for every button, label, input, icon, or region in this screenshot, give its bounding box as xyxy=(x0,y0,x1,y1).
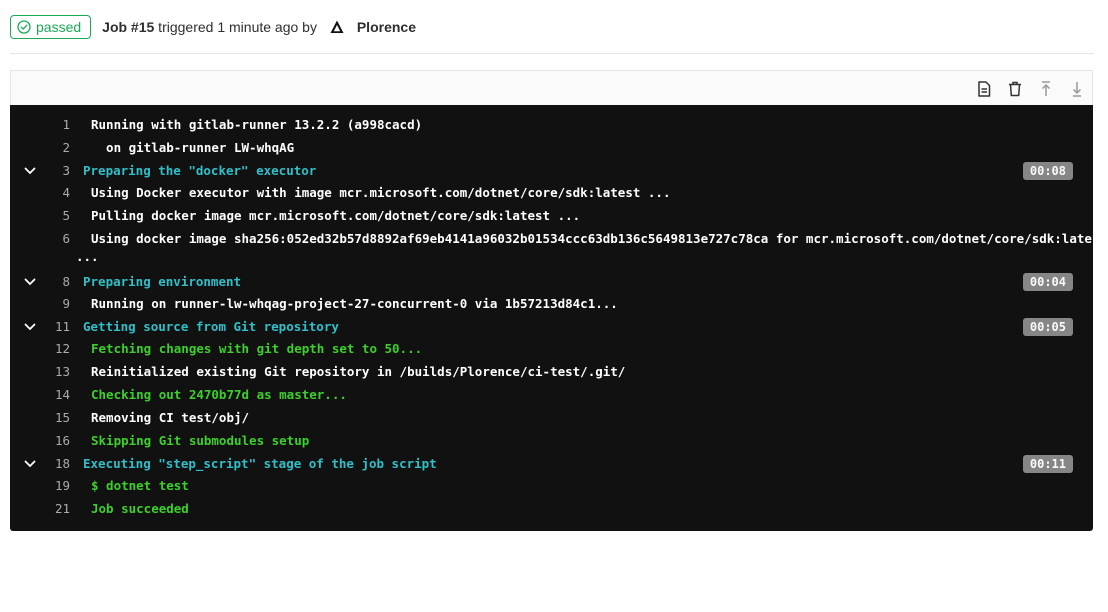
log-line: 13 Reinitialized existing Git repository … xyxy=(10,362,1093,382)
line-number[interactable]: 6 xyxy=(50,229,70,249)
log-line: 21 Job succeeded xyxy=(10,499,1093,519)
line-text: Getting source from Git repository xyxy=(83,319,339,334)
line-number[interactable]: 1 xyxy=(50,115,70,135)
line-number[interactable]: 3 xyxy=(50,161,70,181)
line-text: Skipping Git submodules setup xyxy=(91,433,310,448)
line-text: Using Docker executor with image mcr.mic… xyxy=(91,185,671,200)
job-summary: Job #15 triggered 1 minute ago by Ploren… xyxy=(102,17,416,37)
log-line: 1 Running with gitlab-runner 13.2.2 (a998… xyxy=(10,115,1093,135)
line-text: Running on runner-lw-whqag-project-27-co… xyxy=(91,296,618,311)
line-text: ... xyxy=(76,249,99,264)
chevron-down-icon[interactable] xyxy=(23,164,37,178)
line-text: Checking out 2470b77d as master... xyxy=(91,387,347,402)
section-duration-badge: 00:11 xyxy=(1022,455,1073,473)
status-label: passed xyxy=(36,19,82,35)
line-number[interactable]: 21 xyxy=(50,499,70,519)
chevron-down-icon[interactable] xyxy=(23,320,37,334)
log-line: 16 Skipping Git submodules setup xyxy=(10,431,1093,451)
chevron-down-icon[interactable] xyxy=(23,457,37,471)
log-line: 2 on gitlab-runner LW-whqAG xyxy=(10,138,1093,158)
section-duration-badge: 00:05 xyxy=(1022,318,1073,336)
avatar[interactable] xyxy=(327,17,347,37)
line-number[interactable]: 14 xyxy=(50,385,70,405)
line-text: Removing CI test/obj/ xyxy=(91,410,250,425)
log-line: 4 Using Docker executor with image mcr.mi… xyxy=(10,183,1093,203)
status-badge[interactable]: passed xyxy=(10,15,92,39)
line-number[interactable]: 19 xyxy=(50,476,70,496)
line-text: Preparing environment xyxy=(83,274,242,289)
line-text: $ dotnet test xyxy=(91,478,189,493)
log-line-continuation: ... xyxy=(10,247,1093,267)
scroll-top-icon xyxy=(1041,81,1051,96)
log-line: 5 Pulling docker image mcr.microsoft.com/… xyxy=(10,206,1093,226)
chevron-down-icon[interactable] xyxy=(23,275,37,289)
line-number[interactable]: 13 xyxy=(50,362,70,382)
log-line: 12 Fetching changes with git depth set to… xyxy=(10,339,1093,359)
log-line: 9 Running on runner-lw-whqag-project-27-c… xyxy=(10,294,1093,314)
log-section-header[interactable]: 8 Preparing environment 00:04 xyxy=(10,272,1093,292)
line-text: Preparing the "docker" executor xyxy=(83,163,317,178)
header-divider xyxy=(10,53,1094,54)
triggered-text: triggered 1 minute ago by xyxy=(154,19,321,35)
line-text: Executing "step_script" stage of the job… xyxy=(83,456,437,471)
line-number[interactable]: 4 xyxy=(50,183,70,203)
raw-log-icon xyxy=(978,81,991,97)
raw-log-button[interactable] xyxy=(975,80,993,98)
line-number[interactable]: 2 xyxy=(50,138,70,158)
line-text: on gitlab-runner LW-whqAG xyxy=(91,140,295,155)
log-section-header[interactable]: 11 Getting source from Git repository 00:0… xyxy=(10,317,1093,337)
line-text: Fetching changes with git depth set to 5… xyxy=(91,341,423,356)
log-line: 6 Using docker image sha256:052ed32b57d88… xyxy=(10,229,1107,249)
log-section-header[interactable]: 3 Preparing the "docker" executor 00:08 xyxy=(10,161,1093,181)
line-text: Reinitialized existing Git repository in… xyxy=(91,364,626,379)
line-text: Job succeeded xyxy=(91,501,189,516)
line-number[interactable]: 18 xyxy=(50,454,70,474)
scroll-top-button[interactable] xyxy=(1037,80,1055,98)
log-section-header[interactable]: 18 Executing "step_script" stage of the j… xyxy=(10,454,1093,474)
line-text: Pulling docker image mcr.microsoft.com/d… xyxy=(91,208,581,223)
section-duration-badge: 00:08 xyxy=(1022,162,1073,180)
job-id: Job #15 xyxy=(102,19,155,35)
line-text: Using docker image sha256:052ed32b57d889… xyxy=(91,231,1107,246)
log-line: 19 $ dotnet test xyxy=(10,476,1093,496)
line-number[interactable]: 8 xyxy=(50,272,70,292)
scroll-bottom-icon xyxy=(1072,82,1082,97)
job-header: passed Job #15 triggered 1 minute ago by… xyxy=(10,12,416,42)
check-circle-icon xyxy=(17,20,31,34)
job-log: 1 Running with gitlab-runner 13.2.2 (a998… xyxy=(10,105,1107,531)
line-number[interactable]: 15 xyxy=(50,408,70,428)
log-line: 15 Removing CI test/obj/ xyxy=(10,408,1093,428)
section-duration-badge: 00:04 xyxy=(1022,273,1073,291)
log-line: 14 Checking out 2470b77d as master... xyxy=(10,385,1093,405)
erase-log-icon xyxy=(1009,81,1021,97)
user-link[interactable]: Plorence xyxy=(357,19,416,35)
erase-log-button[interactable] xyxy=(1006,80,1024,98)
scroll-bottom-button[interactable] xyxy=(1068,80,1086,98)
line-number[interactable]: 16 xyxy=(50,431,70,451)
line-number[interactable]: 12 xyxy=(50,339,70,359)
log-toolbar xyxy=(10,70,1093,105)
line-number[interactable]: 9 xyxy=(50,294,70,314)
line-number[interactable]: 5 xyxy=(50,206,70,226)
line-number[interactable]: 11 xyxy=(50,317,70,337)
line-text: Running with gitlab-runner 13.2.2 (a998c… xyxy=(91,117,423,132)
